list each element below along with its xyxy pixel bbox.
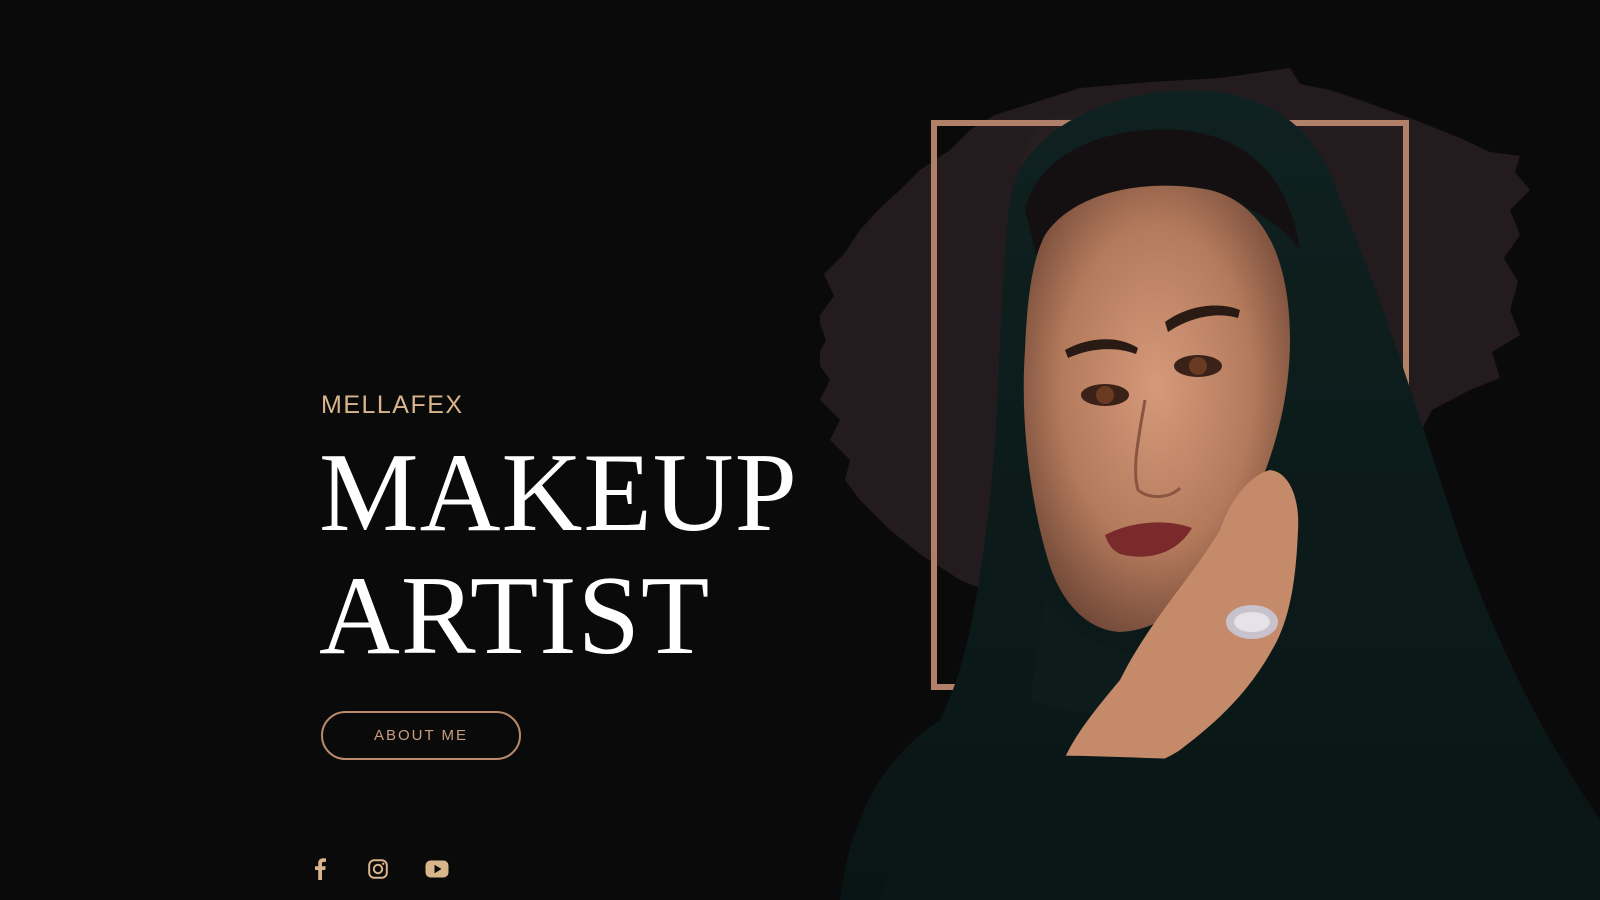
youtube-icon xyxy=(425,860,449,878)
brand-name: MELLAFEX xyxy=(321,391,464,419)
about-me-button[interactable]: ABOUT ME xyxy=(321,711,521,760)
model-portrait xyxy=(840,90,1600,900)
instagram-link[interactable] xyxy=(365,856,391,882)
facebook-icon xyxy=(315,858,326,880)
hero-section: MELLAFEX MAKEUP ARTIST ABOUT ME xyxy=(0,0,1600,900)
facebook-link[interactable] xyxy=(307,856,333,882)
headline-line-2: ARTIST xyxy=(319,554,711,678)
hero-artwork xyxy=(820,60,1600,900)
page-title: MAKEUP ARTIST xyxy=(319,432,798,678)
instagram-icon xyxy=(368,859,388,879)
youtube-link[interactable] xyxy=(424,856,450,882)
headline-line-1: MAKEUP xyxy=(319,431,798,555)
